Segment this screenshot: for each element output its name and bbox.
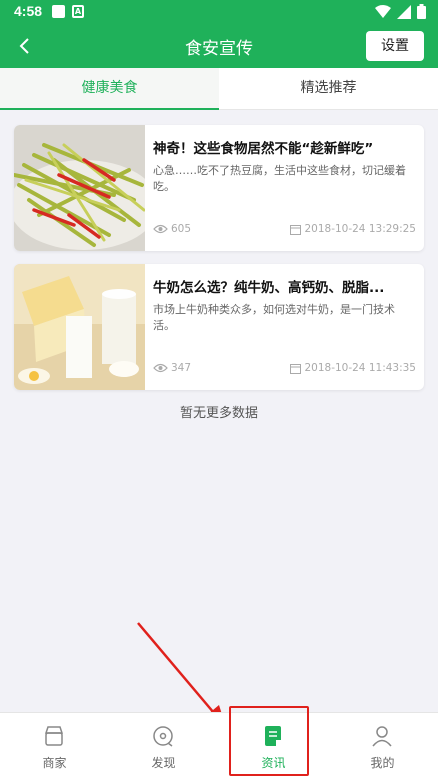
wifi-icon [375, 4, 391, 18]
nav-item-profile[interactable]: 我的 [328, 713, 437, 780]
article-thumbnail-green-beans [14, 125, 145, 251]
eye-icon [153, 363, 168, 373]
nav-item-news[interactable]: 资讯 [219, 713, 328, 780]
status-bar: 4:58 A [0, 0, 438, 24]
eye-icon [153, 224, 168, 234]
article-card[interactable]: 牛奶怎么选？纯牛奶、高钙奶、脱脂... 市场上牛奶种类众多，如何选对牛奶，是一门… [14, 264, 424, 390]
profile-icon [372, 726, 392, 747]
view-count: 347 [171, 362, 192, 374]
chevron-left-icon [19, 38, 29, 54]
article-date: 2018-10-24 11:43:35 [290, 362, 416, 374]
status-time: 4:58 [14, 3, 43, 19]
article-title: 神奇！这些食物居然不能“趁新鲜吃” [153, 141, 374, 157]
article-title: 牛奶怎么选？纯牛奶、高钙奶、脱脂... [153, 280, 385, 296]
settings-button[interactable]: 设置 [366, 31, 424, 61]
article-date: 2018-10-24 13:29:25 [290, 223, 416, 235]
nav-label: 资讯 [261, 756, 286, 770]
tab-featured[interactable]: 精选推荐 [219, 68, 438, 110]
tab-healthy-food[interactable]: 健康美食 [0, 68, 219, 110]
discover-icon [153, 726, 173, 747]
back-button[interactable] [14, 35, 36, 57]
calendar-icon [290, 224, 302, 235]
status-indicators [375, 4, 426, 19]
notification-icon [52, 5, 65, 18]
nav-item-store[interactable]: 商家 [0, 713, 109, 780]
nav-label: 我的 [370, 756, 395, 770]
article-views: 605 [153, 223, 191, 235]
nav-item-discover[interactable]: 发现 [109, 713, 218, 780]
signal-icon [397, 4, 411, 19]
publish-date: 2018-10-24 11:43:35 [304, 362, 416, 374]
article-views: 347 [153, 362, 191, 374]
view-count: 605 [171, 223, 192, 235]
article-card[interactable]: 神奇！这些食物居然不能“趁新鲜吃” 心急……吃不了热豆腐，生活中这些食材，切记缓… [14, 125, 424, 251]
calendar-icon [290, 363, 302, 374]
store-icon [44, 726, 64, 746]
bottom-nav: 商家 发现 资讯 我的 [0, 712, 438, 780]
battery-icon [417, 4, 426, 19]
article-thumbnail-milk [14, 264, 145, 390]
article-description: 心急……吃不了热豆腐，生活中这些食材，切记缓着吃。 [153, 164, 406, 193]
annotation-arrow [137, 622, 226, 727]
nav-label: 商家 [42, 756, 67, 770]
publish-date: 2018-10-24 13:29:25 [304, 223, 416, 235]
article-description: 市场上牛奶种类众多，如何选对牛奶，是一门技术活。 [153, 303, 395, 332]
news-icon [265, 726, 281, 746]
tab-bar: 健康美食 精选推荐 [0, 68, 438, 110]
list-end-message: 暂无更多数据 [179, 406, 258, 421]
app-notification-icon: A [72, 5, 84, 18]
nav-label: 发现 [151, 756, 176, 770]
header: 食安宣传 设置 [0, 24, 438, 68]
